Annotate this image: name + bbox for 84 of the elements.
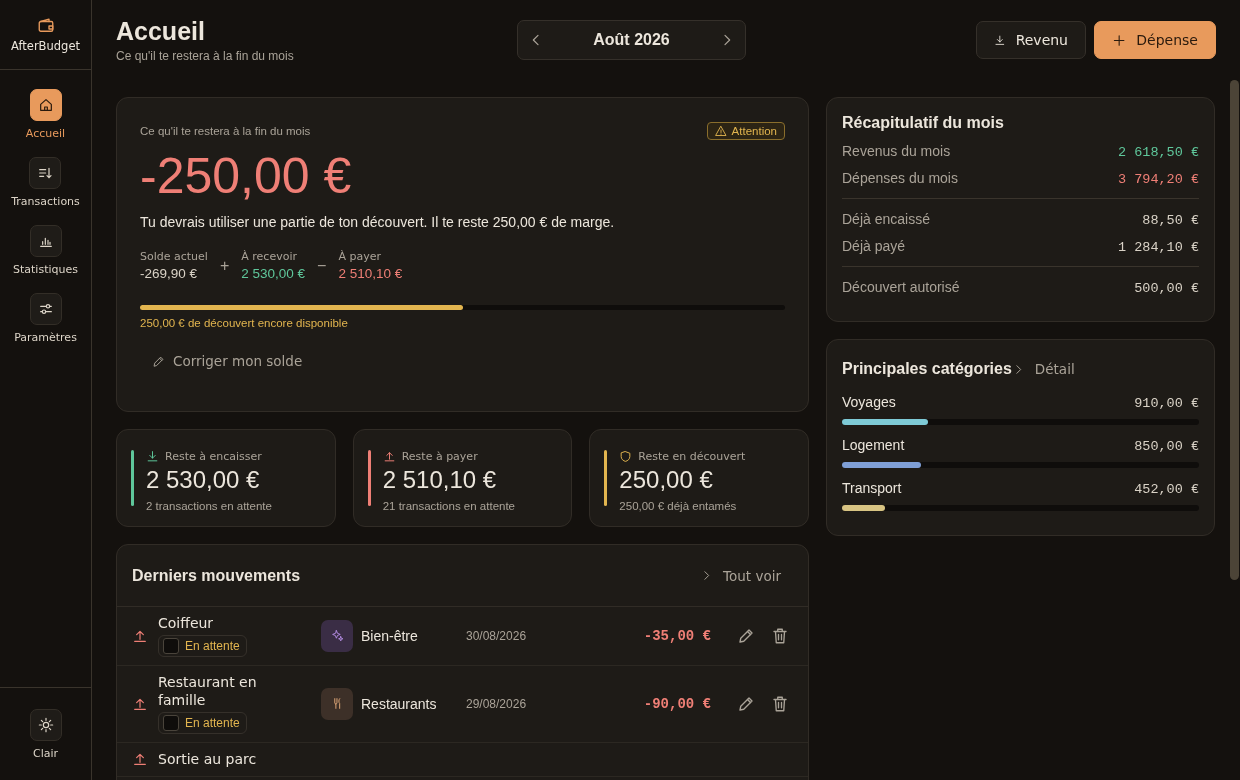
category-name: Logement xyxy=(842,437,905,453)
transaction-date: 29/08/2026 xyxy=(466,696,528,711)
category-name: Transport xyxy=(842,480,902,496)
wallet-icon xyxy=(36,16,55,35)
page-subtitle: Ce qu'il te restera à la fin du mois xyxy=(116,49,295,63)
summary-value: 500,00 € xyxy=(1134,281,1199,296)
sparkle-icon xyxy=(330,629,344,642)
summary-label: Découvert autorisé xyxy=(842,279,960,295)
summary-label: Déjà payé xyxy=(842,238,906,254)
delete-icon xyxy=(771,694,789,713)
stat-note: 2 transactions en attente xyxy=(146,500,272,512)
overdraft-caption: 250,00 € de découvert encore disponible xyxy=(140,317,349,329)
summary-value: 1 284,10 € xyxy=(1118,240,1199,255)
sun-icon xyxy=(37,716,54,733)
card-title: Récapitulatif du mois xyxy=(842,114,1005,132)
stat-label: Reste en découvert xyxy=(638,450,746,463)
app-name: AfterBudget xyxy=(11,38,80,53)
operator-sign: + xyxy=(219,256,230,275)
nav-item[interactable]: Transactions xyxy=(11,157,80,208)
upload-icon xyxy=(382,450,396,463)
checkbox[interactable] xyxy=(163,638,179,654)
accent-bar xyxy=(131,450,134,506)
summary-label: Revenus du mois xyxy=(842,143,951,159)
sliders-icon xyxy=(37,301,54,317)
transaction-name: Sortie au parc xyxy=(158,750,258,768)
summary-label: Dépenses du mois xyxy=(842,170,958,186)
transaction-name: Coiffeur xyxy=(158,614,215,632)
delete-icon xyxy=(771,626,789,645)
download-icon xyxy=(146,450,159,463)
checkbox[interactable] xyxy=(163,715,179,731)
forecast-message: Tu devrais utiliser une partie de ton découvert. Il te reste 250,00 € de marge. xyxy=(140,214,616,230)
term-label: Solde actuel xyxy=(140,250,208,263)
summary-value: 88,50 € xyxy=(1142,213,1199,228)
warning-badge: Attention xyxy=(706,122,785,140)
transaction-amount: -90,00 € xyxy=(643,695,711,712)
term-label: À recevoir xyxy=(241,250,298,263)
category-amount: 850,00 € xyxy=(1134,439,1199,454)
card-title: Derniers mouvements xyxy=(132,566,301,585)
month-label: Août 2026 xyxy=(593,31,670,49)
sort-list-icon xyxy=(37,165,54,181)
summary-label: Déjà encaissé xyxy=(842,211,930,227)
pending-toggle[interactable]: En attente xyxy=(158,712,247,734)
transaction-amount: -35,00 € xyxy=(643,627,711,644)
summary-value: 2 618,50 € xyxy=(1118,145,1199,160)
stat-value: 250,00 € xyxy=(619,466,714,494)
accent-bar xyxy=(604,450,608,506)
stat-value: 2 530,00 € xyxy=(146,466,261,494)
operator-sign: − xyxy=(317,256,327,275)
scrollbar-thumb[interactable] xyxy=(1230,80,1239,580)
home-icon xyxy=(37,97,54,113)
shield-icon xyxy=(619,450,633,463)
nav-item[interactable]: Statistiques xyxy=(13,225,78,276)
stat-label: Reste à encaisser xyxy=(165,450,262,463)
category-name: Restaurants xyxy=(361,695,437,712)
transaction-date: 30/08/2026 xyxy=(466,628,528,643)
add-expense-button[interactable]: Dépense xyxy=(1094,21,1216,59)
pending-toggle[interactable]: En attente xyxy=(158,635,247,657)
transaction-name: Restaurant en famille xyxy=(158,673,258,709)
category-amount: 452,00 € xyxy=(1134,482,1199,497)
category-name: Bien-être xyxy=(361,627,418,644)
warning-icon xyxy=(714,125,727,137)
term-value: 2 530,00 € xyxy=(241,266,306,281)
stat-note: 21 transactions en attente xyxy=(382,500,515,512)
page-title: Accueil xyxy=(116,16,206,46)
forecast-label: Ce qu'il te restera à la fin du mois xyxy=(140,125,311,137)
stat-note: 250,00 € déjà entamés xyxy=(619,500,738,512)
category-amount: 910,00 € xyxy=(1134,396,1199,411)
detail-link[interactable]: Détail xyxy=(1011,361,1075,377)
correct-balance-link[interactable]: Corriger mon solde xyxy=(152,353,303,369)
accent-bar xyxy=(367,450,371,506)
stat-value: 2 510,10 € xyxy=(382,466,498,494)
term-value: 2 510,10 € xyxy=(338,266,403,281)
summary-value: 3 794,20 € xyxy=(1118,172,1199,187)
upload-icon xyxy=(132,751,148,767)
add-income-button[interactable]: Revenu xyxy=(976,21,1086,59)
see-all-link[interactable]: Tout voir xyxy=(700,567,781,584)
term-label: À payer xyxy=(338,250,382,263)
nav-item[interactable]: Paramètres xyxy=(14,293,77,344)
category-name: Voyages xyxy=(842,394,896,410)
stat-label: Reste à payer xyxy=(401,450,478,463)
card-title: Principales catégories xyxy=(842,360,1012,378)
edit-icon xyxy=(152,354,165,368)
term-value: -269,90 € xyxy=(140,266,199,281)
forecast-amount: -250,00 € xyxy=(140,147,353,206)
